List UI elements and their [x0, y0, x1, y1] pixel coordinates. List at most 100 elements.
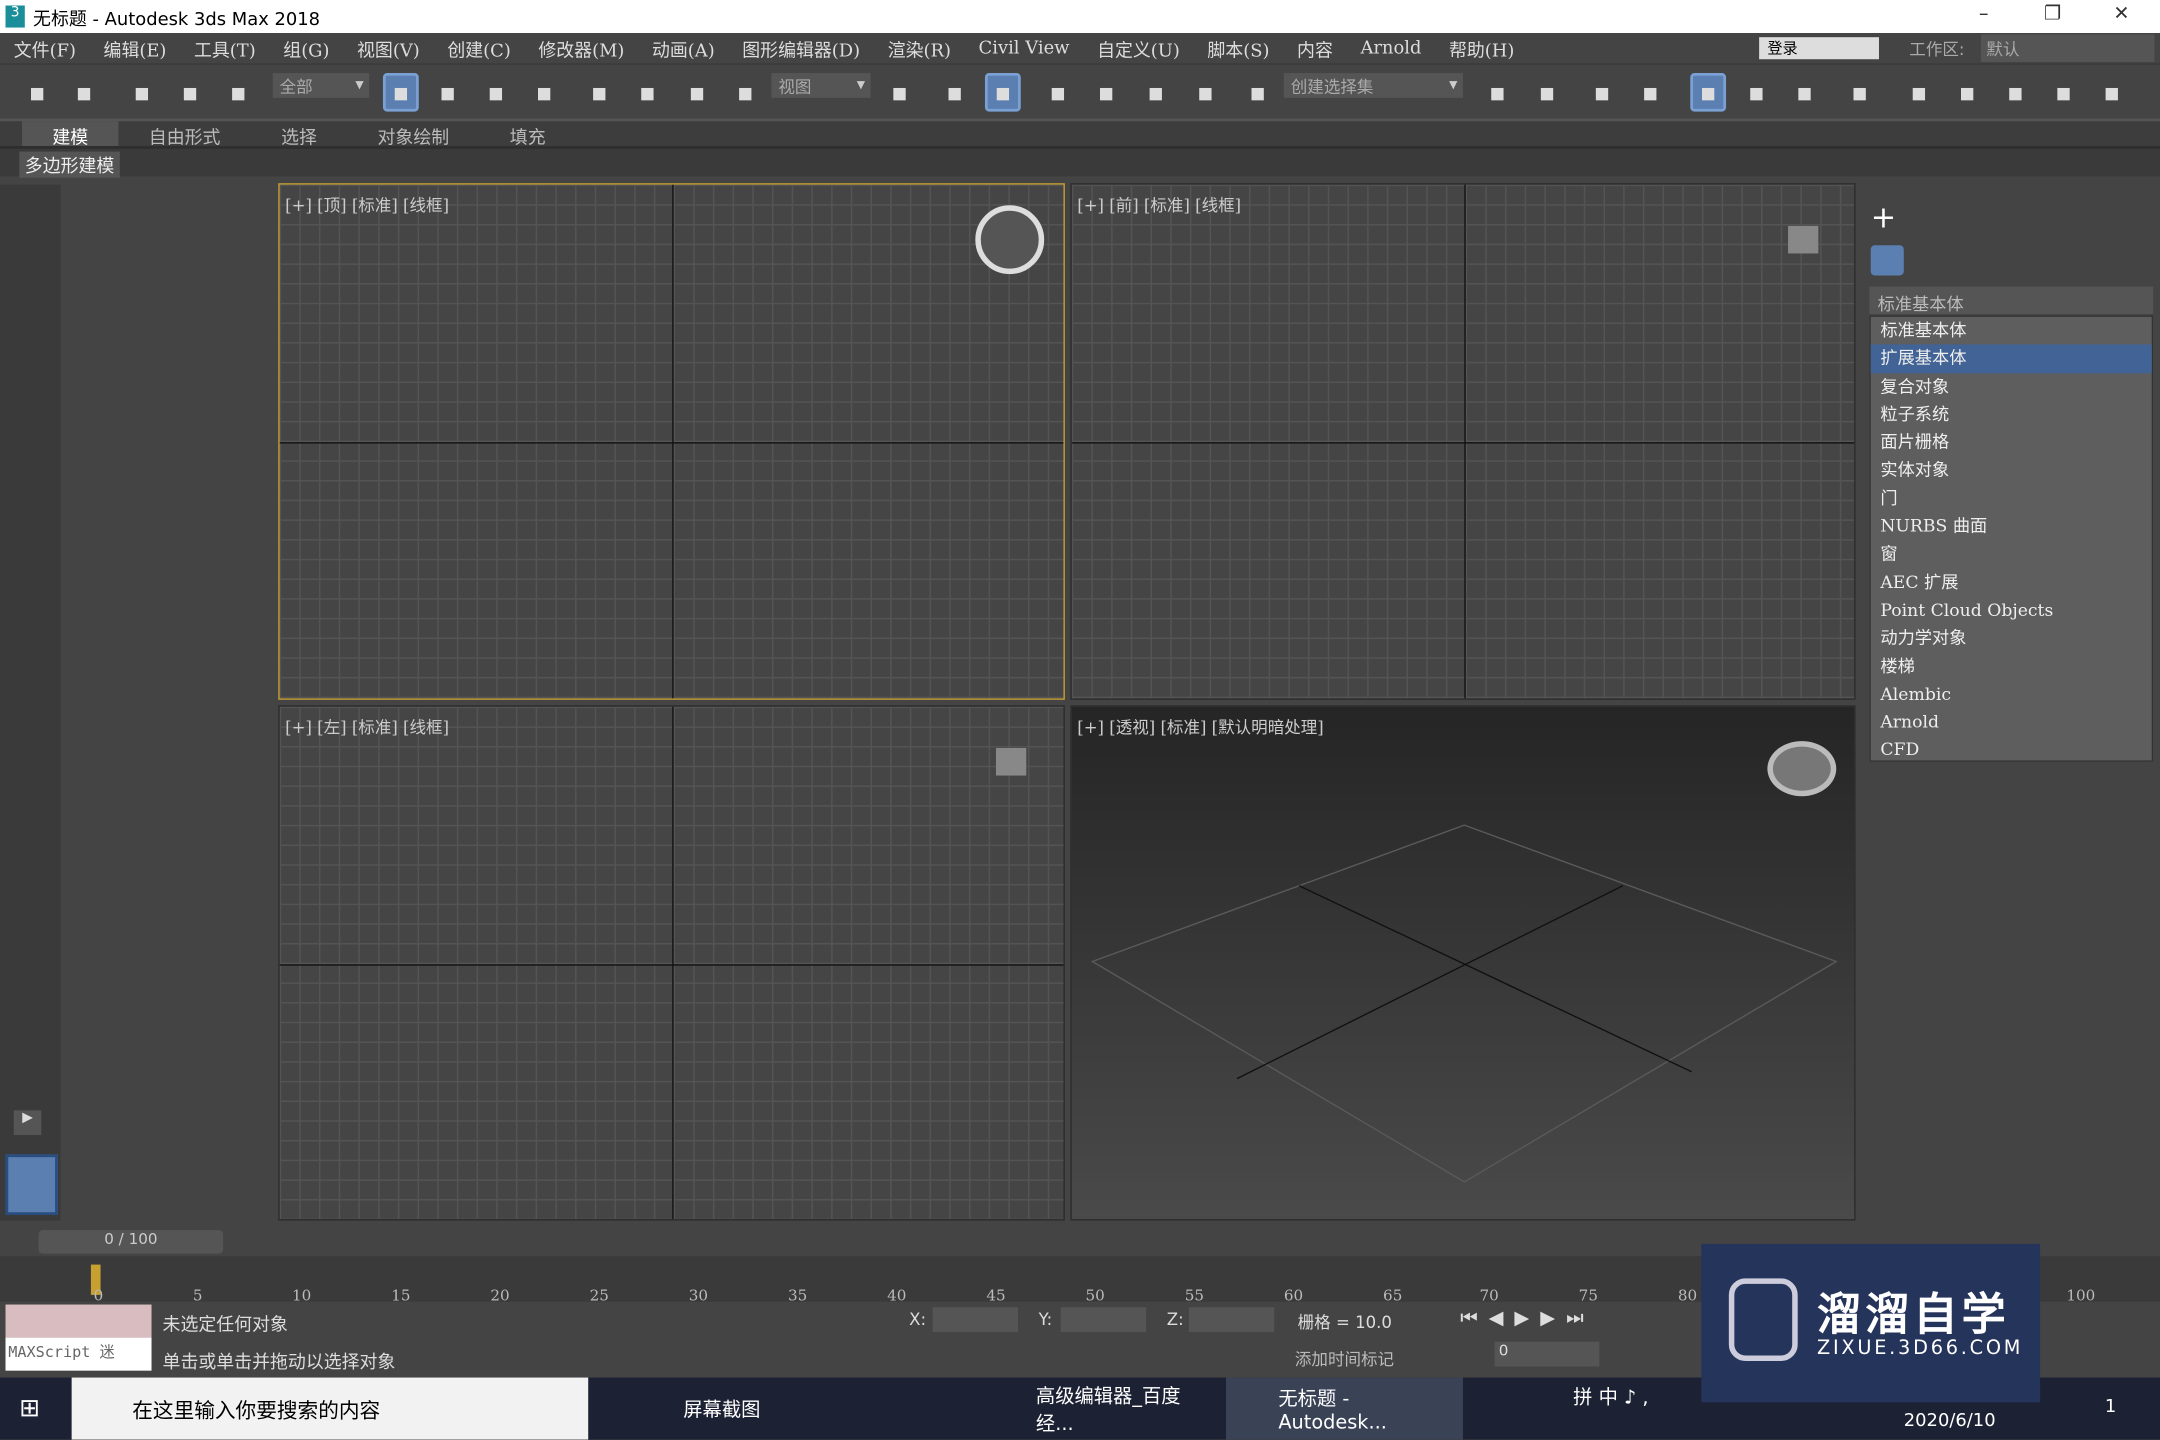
align-icon[interactable]: ▪	[1529, 73, 1565, 112]
link-icon[interactable]: ▪	[124, 73, 160, 112]
named-selection-icon[interactable]: ▪	[1240, 73, 1276, 112]
object-type-option[interactable]: 动力学对象	[1871, 624, 2152, 652]
menu-item[interactable]: 视图(V)	[343, 35, 433, 62]
object-type-option[interactable]: 门	[1871, 485, 2152, 513]
move-icon[interactable]: ▪	[581, 73, 617, 112]
menu-item[interactable]: 渲染(R)	[874, 35, 965, 62]
object-type-option[interactable]: 标准基本体	[1871, 317, 2152, 345]
viewcube-icon[interactable]	[1767, 741, 1837, 797]
object-type-option[interactable]: 扩展基本体	[1870, 344, 2152, 373]
menu-item[interactable]: 文件(F)	[0, 35, 90, 62]
object-type-option[interactable]: 楼梯	[1871, 652, 2152, 680]
viewport-label[interactable]: [+] [顶] [标准] [线框]	[285, 193, 449, 216]
menu-item[interactable]: Civil View	[965, 38, 1084, 59]
render-icon[interactable]: ▪	[1997, 73, 2033, 112]
geometry-icon[interactable]	[1870, 245, 1904, 276]
window-crossing-icon[interactable]: ▪	[526, 73, 562, 112]
object-type-option[interactable]: Point Cloud Objects	[1871, 596, 2152, 624]
maxscript-listener[interactable]	[5, 1304, 152, 1338]
reference-coord-dropdown[interactable]: 视图	[771, 73, 871, 98]
workspace-select[interactable]: 默认	[1980, 34, 2155, 62]
named-selection-dropdown[interactable]: 创建选择集	[1283, 73, 1463, 98]
notification-count[interactable]: 1	[2105, 1397, 2116, 1418]
ribbon-tab[interactable]: 建模	[22, 121, 119, 149]
layer-explorer-icon[interactable]: ▪	[1632, 73, 1668, 112]
viewport-perspective[interactable]: [+] [透视] [标准] [默认明暗处理]	[1070, 705, 1856, 1221]
object-type-option[interactable]: 面片栅格	[1871, 429, 2152, 457]
windows-start-icon[interactable]: ⊞	[19, 1394, 40, 1423]
object-type-option[interactable]: Arnold	[1871, 708, 2152, 736]
maxscript-input[interactable]: MAXScript 迷	[5, 1337, 152, 1371]
rotate-icon[interactable]: ▪	[630, 73, 666, 112]
schematic-view-icon[interactable]: ▪	[1787, 73, 1823, 112]
expand-arrow-icon[interactable]: ▶	[13, 1110, 42, 1136]
viewcube-icon[interactable]	[975, 205, 1045, 275]
ribbon-toggle-icon[interactable]: ▪	[1690, 73, 1727, 112]
menu-item[interactable]: 创建(C)	[434, 35, 525, 62]
rect-select-region-icon[interactable]: ▪	[478, 73, 514, 112]
ribbon-tab[interactable]: 自由形式	[118, 121, 250, 149]
menu-item[interactable]: 修改器(M)	[525, 35, 639, 62]
add-time-tag-button[interactable]: 添加时间标记	[1295, 1347, 1394, 1370]
menu-item[interactable]: 组(G)	[270, 35, 344, 62]
object-type-option[interactable]: 窗	[1871, 541, 2152, 569]
viewport-label[interactable]: [+] [左] [标准] [线框]	[285, 715, 449, 738]
render-cloud-icon[interactable]: ▪	[2046, 73, 2082, 112]
y-field[interactable]	[1060, 1307, 1147, 1333]
viewcube-icon[interactable]	[995, 748, 1027, 776]
menu-item[interactable]: 工具(T)	[180, 35, 269, 62]
viewport-label[interactable]: [+] [前] [标准] [线框]	[1077, 193, 1241, 216]
place-icon[interactable]: ▪	[727, 73, 763, 112]
menu-item[interactable]: 编辑(E)	[90, 35, 180, 62]
ribbon-tab[interactable]: 选择	[251, 121, 347, 149]
rendered-frame-icon[interactable]: ▪	[1949, 73, 1985, 112]
login-dropdown[interactable]: 登录	[1759, 37, 1879, 60]
render-iterative-icon[interactable]: ▪	[2094, 73, 2130, 112]
current-frame-field[interactable]: 0	[1494, 1341, 1600, 1367]
x-field[interactable]	[932, 1307, 1019, 1333]
menu-item[interactable]: 脚本(S)	[1194, 35, 1284, 62]
object-type-option[interactable]: CFD	[1871, 736, 2152, 764]
scale-icon[interactable]: ▪	[679, 73, 715, 112]
viewport-left[interactable]: [+] [左] [标准] [线框]	[278, 705, 1065, 1221]
menu-item[interactable]: Arnold	[1347, 38, 1436, 59]
bind-spacewarp-icon[interactable]: ▪	[220, 73, 256, 112]
curve-editor-icon[interactable]: ▪	[1738, 73, 1774, 112]
mirror-icon[interactable]: ▪	[1479, 73, 1515, 112]
angle-snap-icon[interactable]: ▪	[1088, 73, 1124, 112]
mirror-axis-icon[interactable]: ▪	[937, 73, 973, 112]
close-button[interactable]: ✕	[2101, 3, 2142, 25]
ribbon-tab[interactable]: 对象绘制	[347, 121, 479, 149]
redo-icon[interactable]: ▪	[66, 73, 102, 112]
menu-item[interactable]: 内容	[1283, 35, 1346, 62]
minimize-button[interactable]: –	[1963, 3, 2004, 25]
scene-explorer-icon[interactable]: ▪	[1584, 73, 1620, 112]
playback-controls-icon[interactable]: ⏮◀▶▶⏭	[1460, 1307, 1594, 1329]
object-type-option[interactable]: 复合对象	[1871, 373, 2152, 401]
menu-item[interactable]: 图形编辑器(D)	[728, 35, 873, 62]
render-setup-icon[interactable]: ▪	[1901, 73, 1937, 112]
object-type-option[interactable]: AEC 扩展	[1871, 568, 2152, 596]
spinner-snap-icon[interactable]: ▪	[1187, 73, 1223, 112]
pivot-icon[interactable]: ▪	[882, 73, 918, 112]
viewport-layout-icon[interactable]	[5, 1154, 58, 1215]
menu-item[interactable]: 自定义(U)	[1083, 35, 1193, 62]
taskbar-app-active[interactable]: 无标题 - Autodesk...	[1226, 1377, 1463, 1440]
viewport-top[interactable]: [+] [顶] [标准] [线框]	[278, 183, 1065, 700]
unlink-icon[interactable]: ▪	[172, 73, 208, 112]
select-by-name-icon[interactable]: ▪	[430, 73, 466, 112]
polygon-modeling-tab[interactable]: 多边形建模	[19, 151, 120, 178]
percent-snap-icon[interactable]: ▪	[1138, 73, 1174, 112]
object-type-option[interactable]: 实体对象	[1871, 457, 2152, 485]
menu-item[interactable]: 动画(A)	[638, 35, 728, 62]
z-field[interactable]	[1188, 1307, 1275, 1333]
object-type-option[interactable]: NURBS 曲面	[1871, 513, 2152, 541]
ime-indicator[interactable]: 拼 中 ♪ ,	[1573, 1383, 1648, 1411]
time-slider-thumb[interactable]: 0 / 100	[38, 1230, 224, 1254]
object-type-option[interactable]: 粒子系统	[1871, 401, 2152, 429]
keyboard-shortcut-override-icon[interactable]: ▪	[984, 73, 1021, 112]
taskbar-app[interactable]: 屏幕截图	[672, 1378, 898, 1440]
viewport-front[interactable]: [+] [前] [标准] [线框]	[1070, 183, 1856, 700]
material-editor-icon[interactable]: ▪	[1842, 73, 1878, 112]
object-type-dropdown[interactable]: 标准基本体	[1869, 286, 2154, 315]
